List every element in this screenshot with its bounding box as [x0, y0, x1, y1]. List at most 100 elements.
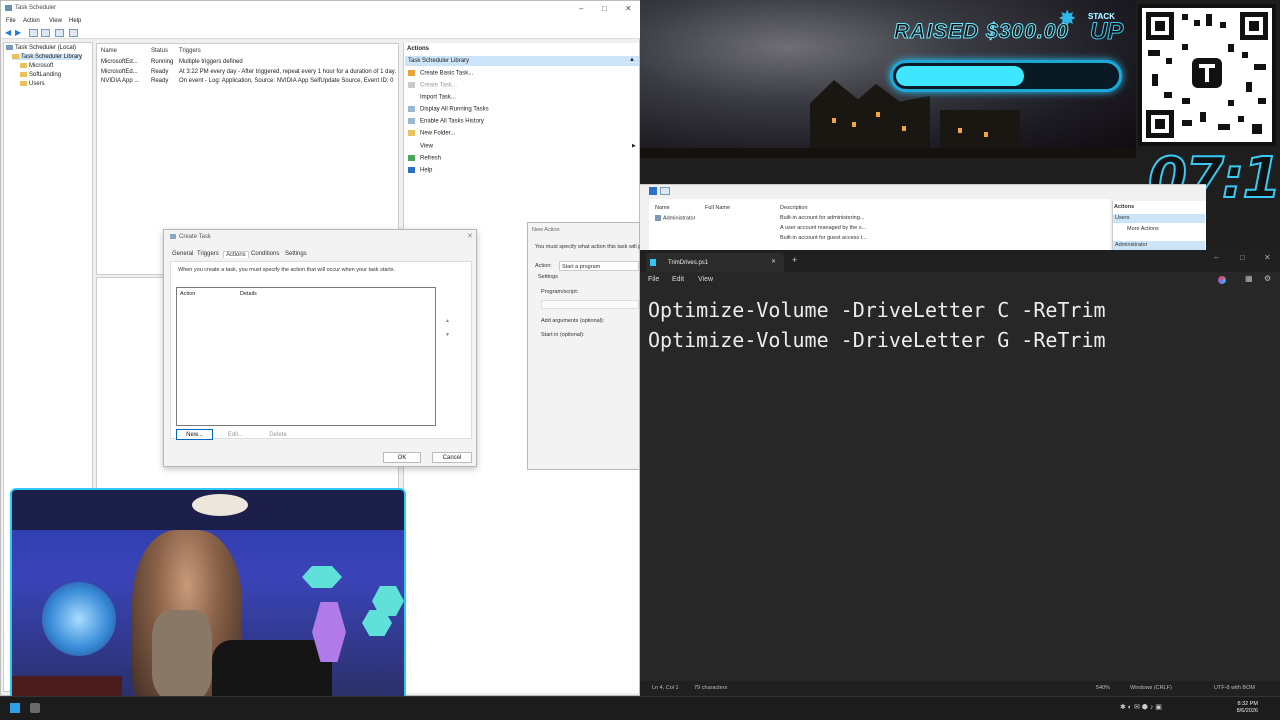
menu-help[interactable]: Help — [69, 18, 81, 24]
minimize-icon[interactable]: – — [579, 4, 583, 13]
burst-icon: ✸ — [1058, 6, 1077, 31]
tab-triggers[interactable]: Triggers — [197, 251, 219, 257]
help-toolbar-icon[interactable] — [649, 187, 657, 195]
new-action-button[interactable]: New... — [176, 429, 213, 440]
action-import-task[interactable]: Import Task... — [408, 94, 456, 101]
copilot-icon[interactable] — [1218, 276, 1226, 284]
mmc-toolbar-icon[interactable] — [660, 187, 670, 195]
menu-file[interactable]: File — [6, 18, 16, 24]
table-row[interactable]: MicrosoftEd... Running Multiple triggers d… — [101, 59, 243, 65]
tab-trimdrives[interactable]: TrimDrives.ps1 ✕ — [646, 253, 784, 272]
action-select[interactable]: Start a program — [559, 261, 639, 271]
action-enable-history[interactable]: Enable All Tasks History — [408, 118, 484, 125]
lit-window — [958, 128, 962, 133]
action-create-task[interactable]: Create Task... — [408, 82, 457, 89]
encoding[interactable]: UTF-8 with BOM — [1214, 685, 1255, 691]
show-hide-tree-icon[interactable] — [41, 29, 50, 37]
action-refresh[interactable]: Refresh — [408, 155, 441, 162]
action-new-folder[interactable]: New Folder... — [408, 130, 455, 137]
actions-section-administrator[interactable]: Administrator — [1113, 241, 1205, 250]
column-header-triggers[interactable]: Triggers — [179, 48, 201, 54]
back-arrow-icon[interactable]: ◀ — [5, 28, 11, 37]
clock[interactable]: 8:32 PM 8/6/2026 — [1237, 701, 1258, 715]
ok-button[interactable]: OK — [383, 452, 421, 463]
column-header-status[interactable]: Status — [151, 48, 168, 54]
properties-icon[interactable] — [69, 29, 78, 37]
folder-icon — [20, 72, 27, 77]
actions-grid[interactable]: Action Details — [176, 287, 436, 426]
program-label: Program/script: — [541, 289, 579, 295]
program-input[interactable] — [541, 300, 639, 309]
up-folder-icon[interactable] — [29, 29, 38, 37]
column-header-fullname[interactable]: Full Name — [705, 205, 730, 211]
text-editor[interactable]: Optimize-Volume -DriveLetter C -ReTrim O… — [640, 290, 1280, 681]
close-tab-icon[interactable]: ✕ — [771, 258, 776, 265]
cancel-button[interactable]: Cancel — [432, 452, 472, 463]
more-actions-link[interactable]: More Actions — [1127, 226, 1159, 232]
line-ending[interactable]: Windows (CRLF) — [1130, 685, 1172, 691]
menu-view[interactable]: View — [698, 276, 713, 283]
tree-item-microsoft[interactable]: Microsoft — [20, 63, 53, 69]
status-bar: Ln 4, Col 1 79 characters 540% Windows (… — [640, 681, 1280, 696]
menu-edit[interactable]: Edit — [672, 276, 684, 283]
lit-window — [902, 126, 906, 131]
notepad-window: TrimDrives.ps1 ✕ + – □ ✕ File Edit View … — [640, 250, 1280, 696]
tab-conditions[interactable]: Conditions — [251, 251, 279, 257]
close-icon[interactable]: ✕ — [1264, 253, 1271, 262]
create-task-dialog: Create Task ✕ General Triggers Actions C… — [163, 229, 477, 467]
actions-section-users[interactable]: Users — [1113, 214, 1205, 223]
action-display-running[interactable]: Display All Running Tasks — [408, 106, 489, 113]
maximize-icon[interactable]: □ — [602, 4, 607, 13]
new-tab-icon[interactable]: + — [792, 255, 797, 265]
tree-item-library[interactable]: Task Scheduler Library — [12, 54, 83, 61]
user-icon — [655, 215, 661, 221]
minimize-icon[interactable]: – — [1214, 253, 1218, 262]
table-row[interactable]: Administrator — [655, 215, 695, 221]
donation-total: RAISED $300.00 — [893, 20, 1070, 44]
table-row[interactable]: MicrosoftEd... Ready At 3:22 PM every day … — [101, 69, 396, 75]
start-icon[interactable] — [10, 703, 20, 713]
new-action-dialog: New Action ✕ You must specify what actio… — [527, 222, 749, 470]
tab-actions[interactable]: Actions — [223, 251, 249, 258]
edit-action-button[interactable]: Edit... — [217, 429, 254, 440]
forward-arrow-icon[interactable]: ▶ — [15, 28, 21, 37]
move-down-icon[interactable]: ▼ — [445, 332, 450, 338]
tab-general[interactable]: General — [172, 251, 193, 257]
collapse-icon[interactable]: ▲ — [629, 57, 635, 63]
action-help[interactable]: Help — [408, 167, 432, 174]
action-create-basic-task[interactable]: Create Basic Task... — [408, 70, 473, 77]
action-view[interactable]: View — [408, 143, 433, 150]
webcam-feed — [10, 488, 406, 710]
qr-pattern-icon — [1146, 12, 1268, 138]
menu-action[interactable]: Action — [23, 18, 40, 24]
tree-item-softlanding[interactable]: SoftLanding — [20, 72, 61, 78]
column-header-name[interactable]: Name — [655, 205, 670, 211]
settings-label: Settings — [538, 274, 558, 280]
delete-action-button[interactable]: Delete — [258, 429, 298, 440]
actions-heading: Actions — [1114, 204, 1135, 210]
tree-item-users[interactable]: Users — [20, 81, 45, 87]
menu-view[interactable]: View — [49, 18, 62, 24]
help-toolbar-icon[interactable] — [55, 29, 64, 37]
maximize-icon[interactable]: □ — [1240, 253, 1245, 262]
search-icon[interactable] — [30, 703, 40, 713]
tab-settings[interactable]: Settings — [285, 251, 307, 257]
tray-icons[interactable]: ✱ ◐ ✉ ⬢ ♪ ▣ — [1120, 703, 1162, 711]
column-header-description[interactable]: Description — [780, 205, 808, 211]
zoom-level[interactable]: 540% — [1096, 685, 1110, 691]
close-icon[interactable]: ✕ — [467, 232, 473, 240]
column-header-name[interactable]: Name — [101, 48, 117, 54]
table-row[interactable]: NVIDIA App ... Ready On event - Log: Appli… — [101, 78, 393, 84]
settings-gear-icon[interactable]: ⚙ — [1264, 274, 1271, 283]
close-icon[interactable]: ✕ — [625, 4, 632, 13]
view-icon — [408, 143, 415, 149]
tree-root[interactable]: Task Scheduler (Local) — [6, 45, 76, 51]
app-icon — [5, 5, 12, 11]
lit-window — [832, 118, 836, 123]
user-description: Built-in account for administering... — [780, 215, 865, 221]
window-title: Task Scheduler — [15, 5, 57, 11]
format-icon[interactable]: ▦ — [1245, 274, 1253, 283]
menu-file[interactable]: File — [648, 276, 659, 283]
actions-section-header[interactable]: Task Scheduler Library ▲ — [405, 56, 639, 66]
move-up-icon[interactable]: ▲ — [445, 318, 450, 324]
